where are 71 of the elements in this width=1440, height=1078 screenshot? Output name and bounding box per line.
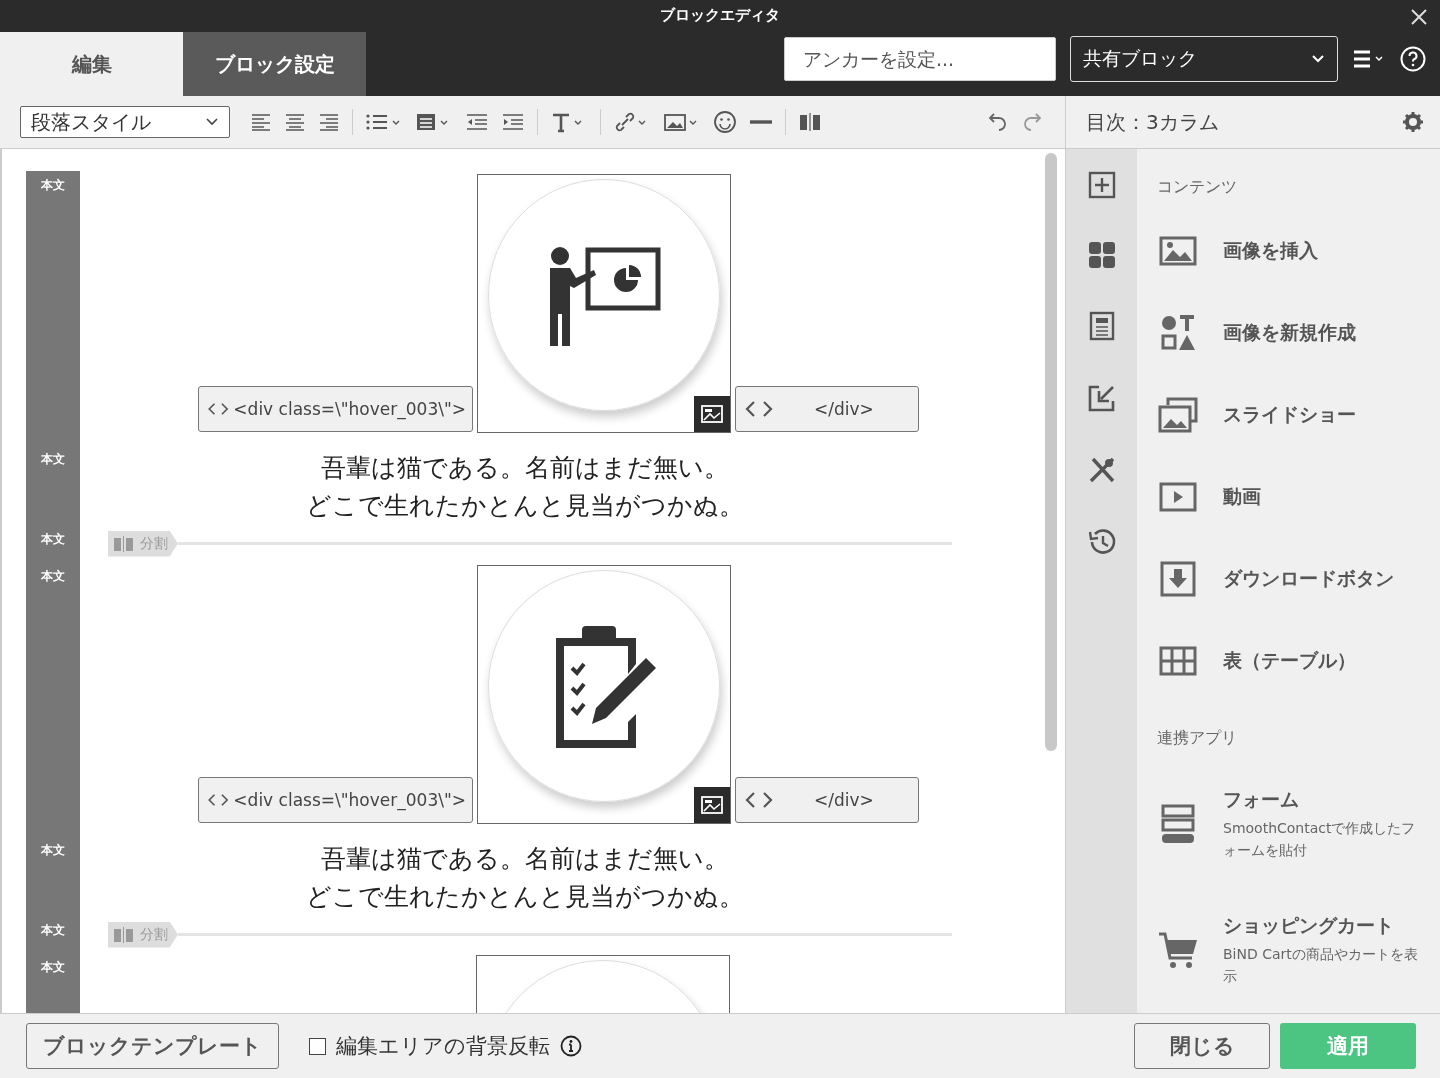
video-play-icon xyxy=(1159,482,1197,512)
document-icon[interactable] xyxy=(1087,311,1116,341)
checkbox[interactable] xyxy=(309,1037,326,1055)
align-right-icon[interactable] xyxy=(318,112,340,132)
checkbox-label[interactable]: 編集エリアの背景反転 xyxy=(336,1032,550,1060)
panel-item[interactable]: 動画 xyxy=(1157,456,1440,538)
block-select[interactable]: 共有ブロック xyxy=(1070,36,1338,82)
code-tag[interactable]: <div class=\"hover_003\"> xyxy=(198,777,473,823)
image-icon xyxy=(1159,236,1197,266)
caret-icon xyxy=(1311,54,1325,64)
split-icon xyxy=(112,534,136,553)
code-icon xyxy=(744,790,774,810)
grid-icon[interactable] xyxy=(1087,241,1116,269)
align-center-icon[interactable] xyxy=(284,112,306,132)
cart-icon xyxy=(1158,930,1198,970)
caret-icon xyxy=(205,117,219,127)
panel-item[interactable]: ショッピングカート BiND Cartの商品やカートを表示 xyxy=(1157,887,1440,1013)
settings-icon[interactable] xyxy=(1402,111,1424,133)
image-edit-icon[interactable] xyxy=(694,787,730,823)
image-frame[interactable] xyxy=(477,565,731,824)
panel-item[interactable]: 画像を挿入 xyxy=(1157,210,1440,292)
menu-icon[interactable] xyxy=(1352,49,1386,69)
image-edit-icon[interactable] xyxy=(694,396,730,432)
section-heading: 連携アプリ xyxy=(1157,728,1238,749)
block-label: 本文 xyxy=(41,451,65,468)
split-icon xyxy=(112,925,136,944)
shapes-icon xyxy=(1160,314,1196,352)
code-tag[interactable]: </div> xyxy=(735,386,919,432)
block-label: 本文 xyxy=(41,959,65,976)
table-icon xyxy=(1159,646,1197,676)
paragraph: 吾輩は猫である。名前はまだ無い。 どこで生れたかとんと見当がつかぬ。 xyxy=(305,843,745,913)
block-label: 本文 xyxy=(41,568,65,585)
tab[interactable]: 編集 xyxy=(0,32,183,96)
block-template-button[interactable]: ブロックテンプレート xyxy=(26,1023,279,1069)
info-icon[interactable] xyxy=(560,1035,582,1057)
indent-icon[interactable] xyxy=(501,112,525,132)
column-split-icon[interactable] xyxy=(798,111,822,133)
panel-item[interactable]: ダウンロードボタン xyxy=(1157,538,1440,620)
panel-item[interactable]: 画像を新規作成 xyxy=(1157,292,1440,374)
window-title: ブロックエディタ xyxy=(660,5,780,25)
outdent-icon[interactable] xyxy=(465,112,489,132)
code-tag[interactable]: <div class=\"hover_003\"> xyxy=(198,386,473,432)
code-icon xyxy=(744,399,774,419)
panel-item[interactable]: フォーム SmoothContactで作成したフォームを貼付 xyxy=(1157,761,1440,887)
close-button[interactable]: 閉じる xyxy=(1134,1023,1270,1069)
block-label: 本文 xyxy=(41,842,65,859)
block-label: 本文 xyxy=(41,531,65,548)
paragraph: 吾輩は猫である。名前はまだ無い。 どこで生れたかとんと見当がつかぬ。 xyxy=(305,452,745,522)
anchor-field[interactable]: アンカーを設定... xyxy=(784,37,1056,81)
import-icon[interactable] xyxy=(1086,383,1117,413)
help-icon[interactable] xyxy=(1400,46,1426,72)
form-icon xyxy=(1161,804,1195,844)
panel-title: 目次：3カラム xyxy=(1086,108,1219,136)
history-icon[interactable] xyxy=(1086,527,1117,557)
panel-item[interactable]: 表（テーブル） xyxy=(1157,620,1440,702)
block-label: 本文 xyxy=(41,922,65,939)
emoji-icon[interactable] xyxy=(713,110,737,134)
code-tag[interactable]: </div> xyxy=(735,777,919,823)
tab[interactable]: ブロック設定 xyxy=(183,32,366,96)
close-icon[interactable] xyxy=(1410,8,1428,26)
align-left-icon[interactable] xyxy=(250,112,272,132)
image-frame[interactable] xyxy=(477,174,731,433)
scrollbar[interactable] xyxy=(1045,153,1057,751)
add-icon[interactable] xyxy=(1087,171,1116,199)
block-label: 本文 xyxy=(41,177,65,194)
panel-item[interactable]: スライドショー xyxy=(1157,374,1440,456)
download-icon xyxy=(1160,561,1196,597)
paragraph-style-select[interactable]: 段落スタイル xyxy=(20,106,230,138)
section-heading: コンテンツ xyxy=(1157,177,1238,198)
slideshow-icon xyxy=(1158,397,1198,433)
image-frame[interactable] xyxy=(476,955,730,1013)
